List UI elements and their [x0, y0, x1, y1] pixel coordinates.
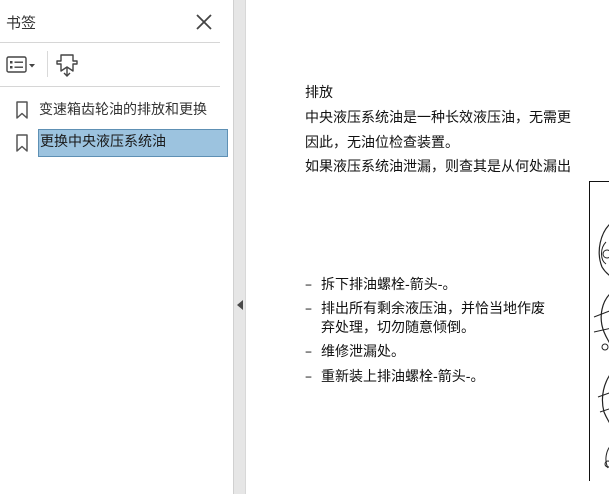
paragraph-line: 因此，无油位检查装置。: [305, 135, 459, 151]
bookmark-label: 更换中央液压系统油: [38, 129, 228, 157]
panel-divider: [0, 42, 220, 43]
paragraph-line: 中央液压系统油是一种长效液压油，无需更: [305, 110, 571, 126]
document-page: 排放 中央液压系统油是一种长效液压油，无需更 因此，无油位检查装置。 如果液压系…: [246, 0, 609, 494]
options-menu-icon: [6, 56, 35, 73]
toolbar-separator: [47, 51, 48, 77]
close-icon: [196, 14, 212, 30]
illustration-drawing: [593, 224, 609, 469]
step-text: 排出所有剩余液压油，并恰当地作废: [321, 301, 545, 317]
bookmark-ribbon-icon: [16, 134, 28, 152]
step-text: 弃处理，切勿随意倾倒。: [321, 320, 475, 336]
list-dash: –: [305, 344, 312, 360]
close-panel-button[interactable]: [192, 10, 216, 34]
step-text: 拆下排油螺栓-箭头-。: [321, 277, 457, 293]
list-dash: –: [305, 369, 312, 385]
expand-bookmark-button[interactable]: [53, 51, 81, 79]
section-heading: 排放: [305, 85, 333, 101]
bookmark-ribbon-icon: [16, 101, 28, 119]
collapse-panel-arrow-icon[interactable]: [237, 300, 243, 310]
paragraph-line: 如果液压系统油泄漏，则查其是从何处漏出: [305, 159, 571, 175]
technical-illustration: [589, 181, 609, 481]
bookmark-label: 变速箱齿轮油的排放和更换: [39, 102, 207, 118]
options-menu-button[interactable]: [6, 55, 40, 75]
list-dash: –: [305, 277, 312, 293]
step-text: 重新装上排油螺栓-箭头-。: [321, 369, 485, 385]
expand-bookmark-icon: [56, 54, 78, 77]
step-text: 维修泄漏处。: [321, 344, 405, 360]
panel-splitter[interactable]: [233, 0, 246, 494]
toolbar-divider: [0, 86, 220, 87]
panel-title: 书签: [6, 14, 37, 32]
list-dash: –: [305, 301, 312, 317]
bookmark-item-gear-oil[interactable]: 变速箱齿轮油的排放和更换: [12, 97, 228, 123]
bookmark-item-hydraulic-oil[interactable]: 更换中央液压系统油: [12, 129, 228, 157]
bookmarks-panel: 书签 变速箱齿轮油的排放和更换 更换中央液压系统油: [0, 0, 233, 494]
